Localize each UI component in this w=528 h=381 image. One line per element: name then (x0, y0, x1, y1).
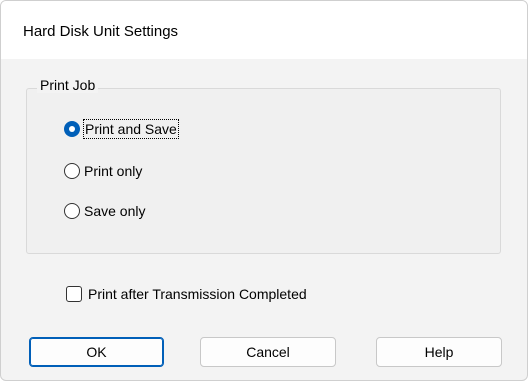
title-bar: Hard Disk Unit Settings (1, 1, 527, 59)
print-after-transmission-checkbox[interactable]: Print after Transmission Completed (66, 286, 307, 302)
checkbox-label: Print after Transmission Completed (88, 286, 307, 302)
dialog-title: Hard Disk Unit Settings (23, 23, 179, 40)
radio-print-only[interactable]: Print only (64, 162, 142, 180)
radio-save-only[interactable]: Save only (64, 202, 145, 220)
radio-indicator[interactable] (64, 163, 80, 179)
radio-label-print-only: Print only (84, 163, 143, 179)
radio-indicator[interactable] (64, 203, 80, 219)
hard-disk-unit-settings-dialog: Hard Disk Unit Settings Print Job Print … (0, 0, 528, 381)
radio-indicator-selected[interactable] (64, 121, 80, 137)
radio-label-print-and-save: Print and Save (83, 119, 179, 139)
cancel-button[interactable]: Cancel (200, 337, 336, 367)
help-button[interactable]: Help (376, 337, 502, 367)
checkbox-indicator[interactable] (66, 286, 82, 302)
print-job-group-label: Print Job (37, 77, 99, 93)
radio-print-and-save[interactable]: Print and Save (64, 119, 179, 139)
radio-label-save-only: Save only (84, 203, 146, 219)
ok-button[interactable]: OK (29, 337, 164, 367)
